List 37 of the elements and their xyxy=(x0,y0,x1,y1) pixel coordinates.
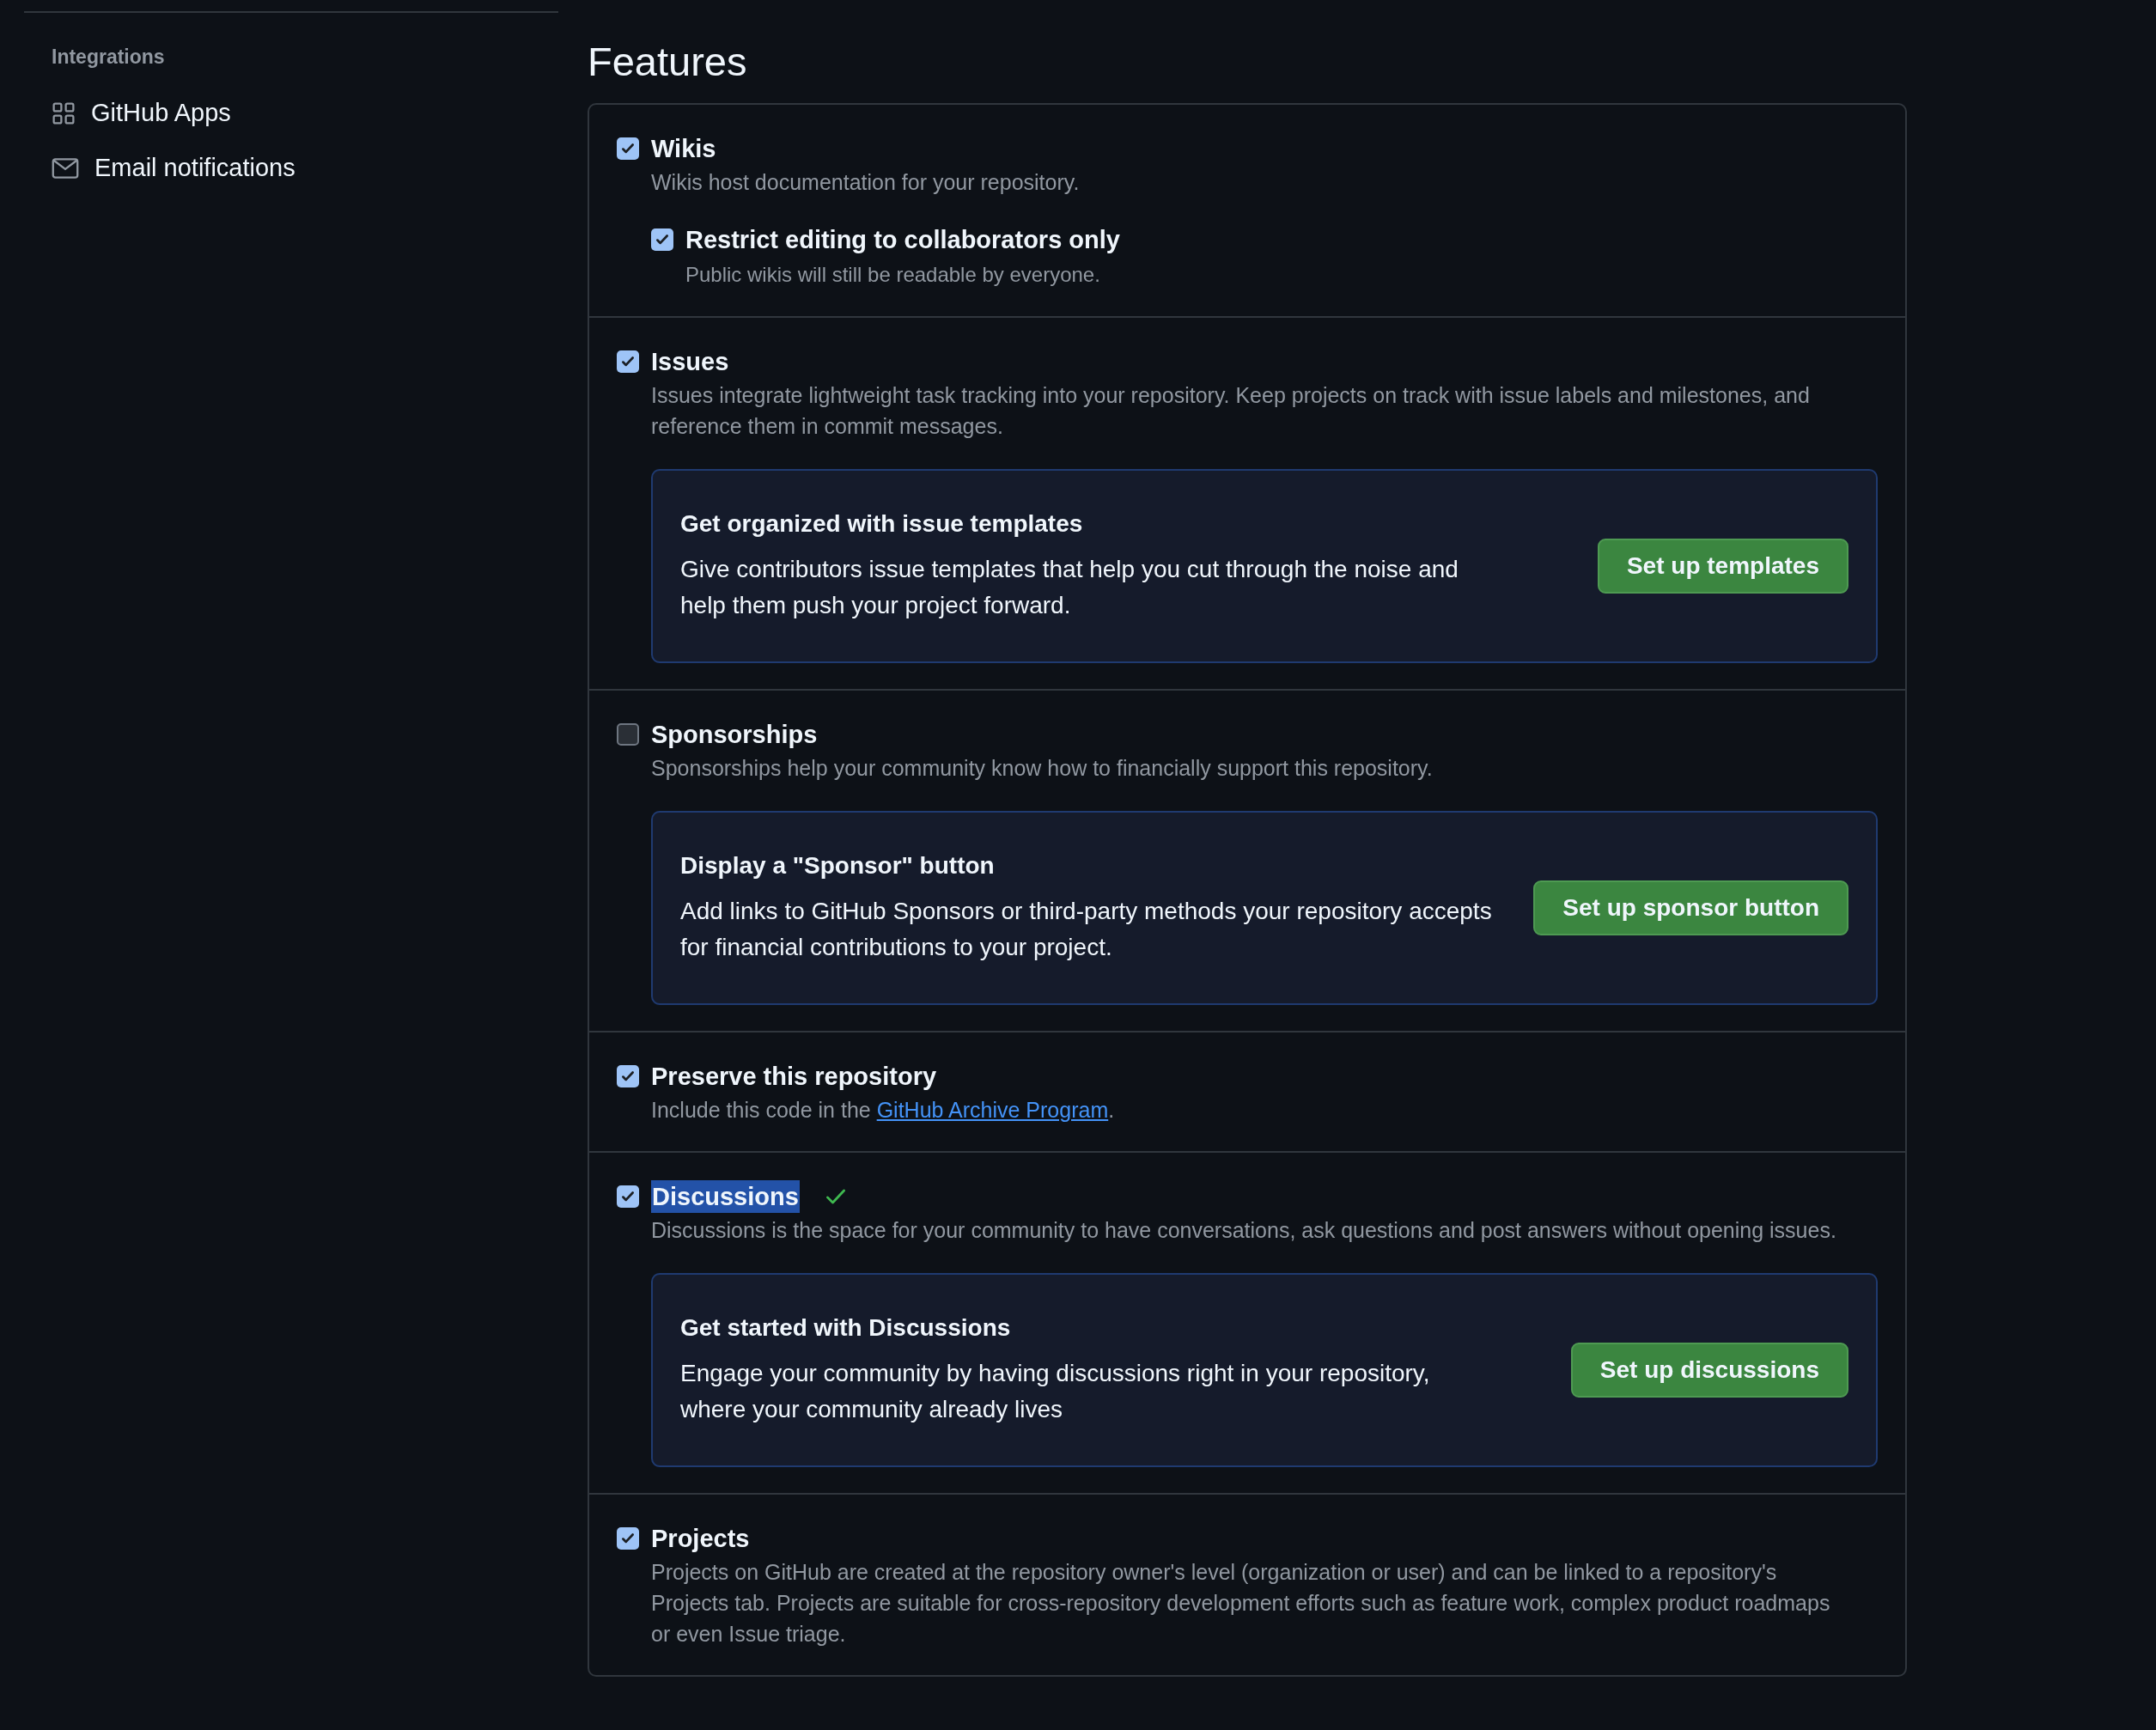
option-title: Restrict editing to collaborators only xyxy=(685,225,1120,255)
mail-icon xyxy=(52,156,79,180)
callout-title: Get organized with issue templates xyxy=(680,509,1084,539)
feature-description: Wikis host documentation for your repository. xyxy=(651,169,1081,196)
setup-button[interactable]: Set up sponsor button xyxy=(1533,880,1848,935)
feature-title: Sponsorships xyxy=(651,720,818,750)
setup-button[interactable]: Set up discussions xyxy=(1570,1343,1848,1398)
option-description: Public wikis will still be readable by everyone. xyxy=(685,262,1101,288)
feature-title: Projects xyxy=(651,1524,750,1554)
callout-text: Engage your community by having discussions right in your repository, where your community already lives xyxy=(680,1359,1431,1424)
feature-description: Sponsorships help your community know how to financially support this repository. xyxy=(651,755,1434,782)
feature-title: Wikis xyxy=(651,134,716,164)
sidebar-item[interactable]: Email notifications xyxy=(52,140,558,196)
callout-text: Add links to GitHub Sponsors or third-party methods your repository accepts for financial contributions to your project. xyxy=(680,897,1493,962)
callout-title: Get started with Discussions xyxy=(680,1313,1012,1343)
feature-description: Discussions is the space for your community to have conversations, ask questions and post answers without opening issues. xyxy=(651,1217,1837,1244)
checkbox[interactable] xyxy=(617,137,639,160)
feature-description: Include this code in the GitHub Archive Program. xyxy=(651,1097,1116,1124)
sidebar-section-title: Integrations xyxy=(52,45,166,70)
callout-text: Give contributors issue templates that help you cut through the noise and help them push your project forward. xyxy=(680,555,1459,620)
feature-description: Projects on GitHub are created at the repository owner's level (organization or user) and can be linked to a repository's Projects tab. Projects are suitable for cross-repository development efforts such as feature work, complex product roadmaps or even Issue triage. xyxy=(651,1559,1831,1648)
setup-button[interactable]: Set up templates xyxy=(1597,539,1848,594)
feature-title: Discussions xyxy=(651,1180,800,1213)
feature-description: Issues integrate lightweight task tracking into your repository. Keep projects on track with issue labels and milestones, and reference them in commit messages. xyxy=(651,382,1811,440)
archive-program-link[interactable]: GitHub Archive Program xyxy=(876,1098,1109,1122)
sidebar-item[interactable]: GitHub Apps xyxy=(52,85,558,141)
checkbox[interactable] xyxy=(617,723,639,746)
apps-grid-icon xyxy=(52,101,76,125)
checkbox[interactable] xyxy=(617,1185,639,1208)
callout-title: Display a "Sponsor" button xyxy=(680,851,996,880)
checkbox[interactable] xyxy=(617,1527,639,1550)
page-title: Features xyxy=(588,38,747,86)
checkbox[interactable] xyxy=(617,1065,639,1087)
feature-title: Issues xyxy=(651,347,729,377)
checkbox[interactable] xyxy=(617,350,639,373)
feature-title: Preserve this repository xyxy=(651,1062,937,1092)
checkbox[interactable] xyxy=(651,228,673,251)
